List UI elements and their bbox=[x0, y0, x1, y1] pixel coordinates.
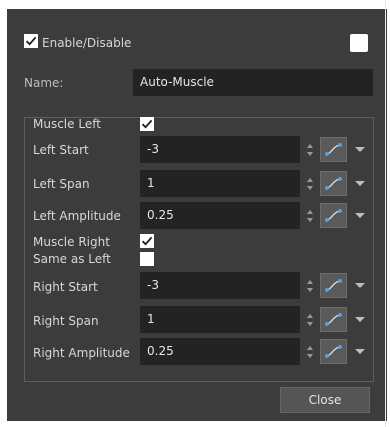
function-curve-icon bbox=[325, 313, 342, 326]
left-span-label: Left Span bbox=[33, 177, 90, 191]
left-start-label: Left Start bbox=[33, 143, 89, 157]
spinner-icon[interactable] bbox=[306, 279, 314, 293]
chevron-down-icon[interactable] bbox=[355, 147, 365, 152]
spinner-icon[interactable] bbox=[306, 177, 314, 191]
muscle-left-checkbox[interactable] bbox=[140, 117, 154, 131]
checkmark-icon bbox=[141, 119, 153, 129]
same-as-left-label: Same as Left bbox=[33, 252, 111, 266]
edge-line bbox=[385, 0, 386, 427]
right-span-field[interactable]: 1 bbox=[140, 306, 300, 333]
spinner-icon[interactable] bbox=[306, 143, 314, 157]
right-start-function-button[interactable] bbox=[320, 273, 347, 298]
left-span-function-button[interactable] bbox=[320, 171, 347, 196]
function-curve-icon bbox=[325, 177, 342, 190]
left-amplitude-label: Left Amplitude bbox=[33, 209, 121, 223]
close-button[interactable]: Close bbox=[280, 387, 370, 413]
chevron-down-icon[interactable] bbox=[355, 349, 365, 354]
top-right-checkbox[interactable] bbox=[350, 34, 368, 52]
left-span-field[interactable]: 1 bbox=[140, 170, 300, 197]
enable-checkbox[interactable] bbox=[24, 34, 38, 48]
spinner-icon[interactable] bbox=[306, 313, 314, 327]
name-label: Name: bbox=[24, 76, 64, 90]
muscle-right-checkbox[interactable] bbox=[140, 234, 154, 248]
right-start-field[interactable]: -3 bbox=[140, 272, 300, 299]
muscle-left-label: Muscle Left bbox=[33, 117, 101, 131]
function-curve-icon bbox=[325, 209, 342, 222]
spinner-icon[interactable] bbox=[306, 209, 314, 223]
chevron-down-icon[interactable] bbox=[355, 317, 365, 322]
checkmark-icon bbox=[25, 36, 37, 46]
right-span-function-button[interactable] bbox=[320, 307, 347, 332]
function-curve-icon bbox=[325, 345, 342, 358]
right-amplitude-function-button[interactable] bbox=[320, 339, 347, 364]
function-curve-icon bbox=[325, 279, 342, 292]
function-curve-icon bbox=[325, 143, 342, 156]
same-as-left-checkbox[interactable] bbox=[140, 252, 154, 266]
name-field[interactable]: Auto-Muscle bbox=[133, 69, 373, 96]
left-amplitude-function-button[interactable] bbox=[320, 203, 347, 228]
left-start-field[interactable]: -3 bbox=[140, 136, 300, 163]
right-start-label: Right Start bbox=[33, 280, 98, 294]
right-amplitude-label: Right Amplitude bbox=[33, 346, 130, 360]
checkmark-icon bbox=[141, 236, 153, 246]
right-amplitude-field[interactable]: 0.25 bbox=[140, 338, 300, 365]
chevron-down-icon[interactable] bbox=[355, 181, 365, 186]
muscle-right-label: Muscle Right bbox=[33, 235, 110, 249]
right-span-label: Right Span bbox=[33, 314, 99, 328]
enable-label: Enable/Disable bbox=[42, 36, 132, 50]
chevron-down-icon[interactable] bbox=[355, 283, 365, 288]
spinner-icon[interactable] bbox=[306, 345, 314, 359]
left-amplitude-field[interactable]: 0.25 bbox=[140, 202, 300, 229]
left-start-function-button[interactable] bbox=[320, 137, 347, 162]
chevron-down-icon[interactable] bbox=[355, 213, 365, 218]
